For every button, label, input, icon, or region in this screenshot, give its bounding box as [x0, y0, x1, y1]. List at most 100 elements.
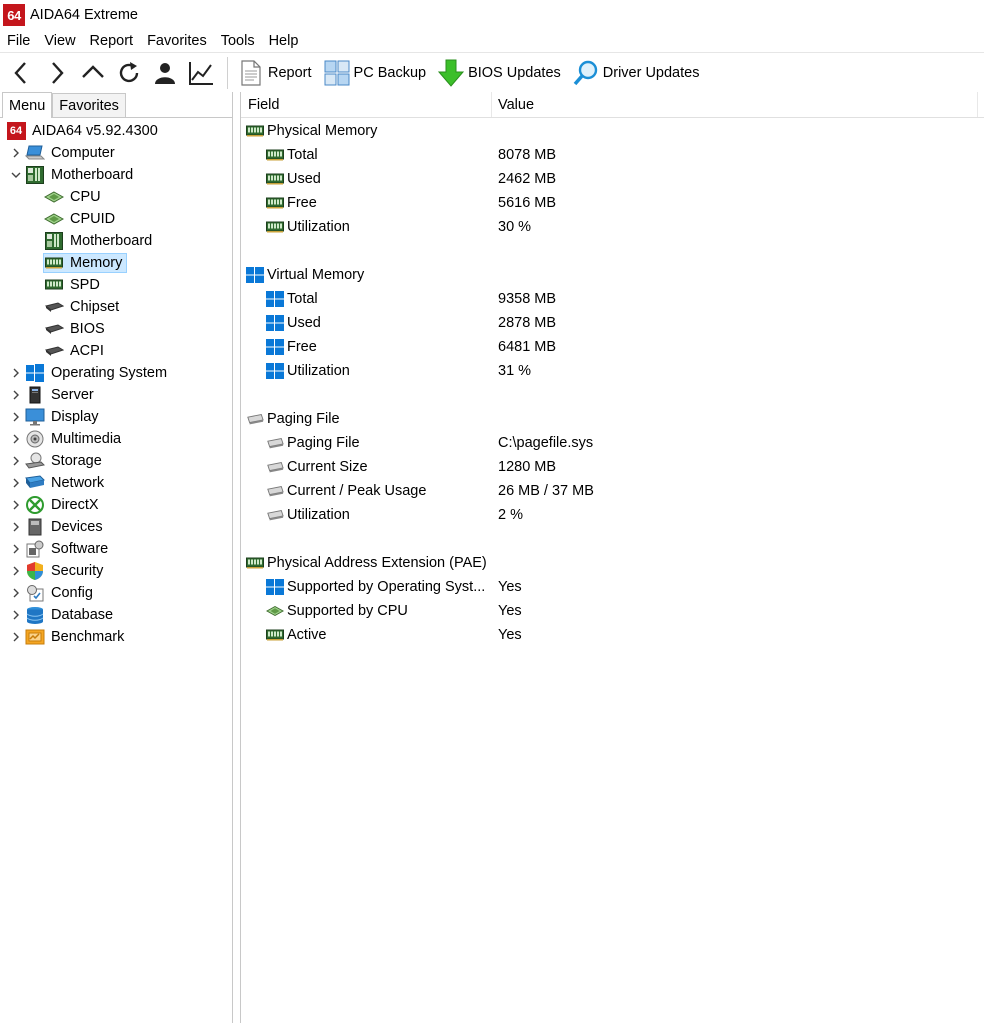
tree-item-server[interactable]: Server: [0, 384, 232, 406]
driver-updates-button[interactable]: Driver Updates: [569, 55, 706, 91]
group-header[interactable]: Physical Memory: [241, 119, 984, 143]
tree-item-multimedia[interactable]: Multimedia: [0, 428, 232, 450]
data-row[interactable]: Current Size 1280 MB: [241, 455, 984, 479]
menu-help[interactable]: Help: [262, 33, 306, 49]
group-header[interactable]: Physical Address Extension (PAE): [241, 551, 984, 575]
tree-root[interactable]: 64 AIDA64 v5.92.4300: [0, 120, 232, 142]
tree-item-storage[interactable]: Storage: [0, 450, 232, 472]
tree-item-content[interactable]: Software: [24, 539, 113, 559]
data-row[interactable]: Current / Peak Usage 26 MB / 37 MB: [241, 479, 984, 503]
data-row[interactable]: Used 2878 MB: [241, 311, 984, 335]
menu-file[interactable]: File: [0, 33, 37, 49]
menu-favorites[interactable]: Favorites: [140, 33, 214, 49]
tree-item-database[interactable]: Database: [0, 604, 232, 626]
data-row[interactable]: Total 9358 MB: [241, 287, 984, 311]
tree-item-content[interactable]: ACPI: [43, 341, 109, 361]
tree-item-content[interactable]: Motherboard: [43, 231, 157, 251]
data-row[interactable]: Free 6481 MB: [241, 335, 984, 359]
tree-item-content[interactable]: Server: [24, 385, 99, 405]
tree-item-content[interactable]: Benchmark: [24, 627, 129, 647]
forward-button[interactable]: [39, 55, 75, 91]
user-button[interactable]: [147, 55, 183, 91]
menu-view[interactable]: View: [37, 33, 82, 49]
tree-item-content[interactable]: Motherboard: [24, 165, 138, 185]
expand-chevron-icon[interactable]: [8, 365, 24, 381]
data-row[interactable]: Active Yes: [241, 623, 984, 647]
tree-item-content[interactable]: Network: [24, 473, 109, 493]
tab-favorites[interactable]: Favorites: [52, 93, 126, 117]
expand-chevron-icon[interactable]: [8, 497, 24, 513]
expand-chevron-icon[interactable]: [8, 409, 24, 425]
tree-item-content[interactable]: DirectX: [24, 495, 104, 515]
column-header-value[interactable]: Value: [492, 92, 978, 117]
tree-item-content[interactable]: CPUID: [43, 209, 120, 229]
tree-item-content[interactable]: Database: [24, 605, 118, 625]
tree-item-content[interactable]: Memory: [43, 253, 128, 273]
tree-item-motherboard[interactable]: Motherboard: [0, 164, 232, 186]
tree-item-memory[interactable]: Memory: [0, 252, 232, 274]
group-header[interactable]: Virtual Memory: [241, 263, 984, 287]
tree-item-computer[interactable]: Computer: [0, 142, 232, 164]
tree-item-directx[interactable]: DirectX: [0, 494, 232, 516]
expand-chevron-icon[interactable]: [8, 563, 24, 579]
collapse-chevron-icon[interactable]: [8, 167, 24, 183]
expand-chevron-icon[interactable]: [8, 585, 24, 601]
tree-item-operating-system[interactable]: Operating System: [0, 362, 232, 384]
tree-item-config[interactable]: Config: [0, 582, 232, 604]
tree-item-security[interactable]: Security: [0, 560, 232, 582]
tree-item-content[interactable]: BIOS: [43, 319, 110, 339]
up-button[interactable]: [75, 55, 111, 91]
data-row[interactable]: Supported by CPU Yes: [241, 599, 984, 623]
expand-chevron-icon[interactable]: [8, 519, 24, 535]
data-row[interactable]: Paging File C:\pagefile.sys: [241, 431, 984, 455]
refresh-button[interactable]: [111, 55, 147, 91]
tree-item-content[interactable]: Display: [24, 407, 104, 427]
tree-item-content[interactable]: Config: [24, 583, 98, 603]
tree-item-content[interactable]: CPU: [43, 187, 106, 207]
pc-backup-button[interactable]: PC Backup: [320, 55, 433, 91]
tree-item-benchmark[interactable]: Benchmark: [0, 626, 232, 648]
tree-item-software[interactable]: Software: [0, 538, 232, 560]
expand-chevron-icon[interactable]: [8, 387, 24, 403]
tree-item-network[interactable]: Network: [0, 472, 232, 494]
expand-chevron-icon[interactable]: [8, 607, 24, 623]
menu-tools[interactable]: Tools: [214, 33, 262, 49]
tab-menu[interactable]: Menu: [2, 92, 53, 118]
tree-item-bios[interactable]: BIOS: [0, 318, 232, 340]
column-header-field[interactable]: Field: [241, 92, 492, 117]
expand-chevron-icon[interactable]: [8, 541, 24, 557]
back-button[interactable]: [3, 55, 39, 91]
tree-item-cpu[interactable]: CPU: [0, 186, 232, 208]
data-row[interactable]: Utilization 2 %: [241, 503, 984, 527]
data-row[interactable]: Total 8078 MB: [241, 143, 984, 167]
tree-item-spd[interactable]: SPD: [0, 274, 232, 296]
tree-item-display[interactable]: Display: [0, 406, 232, 428]
expand-chevron-icon[interactable]: [8, 431, 24, 447]
tree-item-content[interactable]: Computer: [24, 143, 120, 163]
expand-chevron-icon[interactable]: [8, 145, 24, 161]
chart-button[interactable]: [183, 55, 219, 91]
tree-item-motherboard[interactable]: Motherboard: [0, 230, 232, 252]
expand-chevron-icon[interactable]: [8, 629, 24, 645]
tree-item-chipset[interactable]: Chipset: [0, 296, 232, 318]
tree-item-devices[interactable]: Devices: [0, 516, 232, 538]
data-row[interactable]: Free 5616 MB: [241, 191, 984, 215]
data-row[interactable]: Used 2462 MB: [241, 167, 984, 191]
tree-item-acpi[interactable]: ACPI: [0, 340, 232, 362]
menu-report[interactable]: Report: [83, 33, 141, 49]
bios-updates-button[interactable]: BIOS Updates: [434, 55, 567, 91]
expand-chevron-icon[interactable]: [8, 453, 24, 469]
tree-item-content[interactable]: Devices: [24, 517, 108, 537]
data-row[interactable]: Supported by Operating Syst... Yes: [241, 575, 984, 599]
report-button[interactable]: Report: [234, 55, 318, 91]
tree-item-content[interactable]: SPD: [43, 275, 105, 295]
data-row[interactable]: Utilization 31 %: [241, 359, 984, 383]
tree-item-content[interactable]: Chipset: [43, 297, 124, 317]
tree-item-content[interactable]: Operating System: [24, 363, 172, 383]
tree-item-content[interactable]: Storage: [24, 451, 107, 471]
tree-item-cpuid[interactable]: CPUID: [0, 208, 232, 230]
tree-item-content[interactable]: Security: [24, 561, 108, 581]
group-header[interactable]: Paging File: [241, 407, 984, 431]
tree-item-content[interactable]: Multimedia: [24, 429, 126, 449]
data-row[interactable]: Utilization 30 %: [241, 215, 984, 239]
